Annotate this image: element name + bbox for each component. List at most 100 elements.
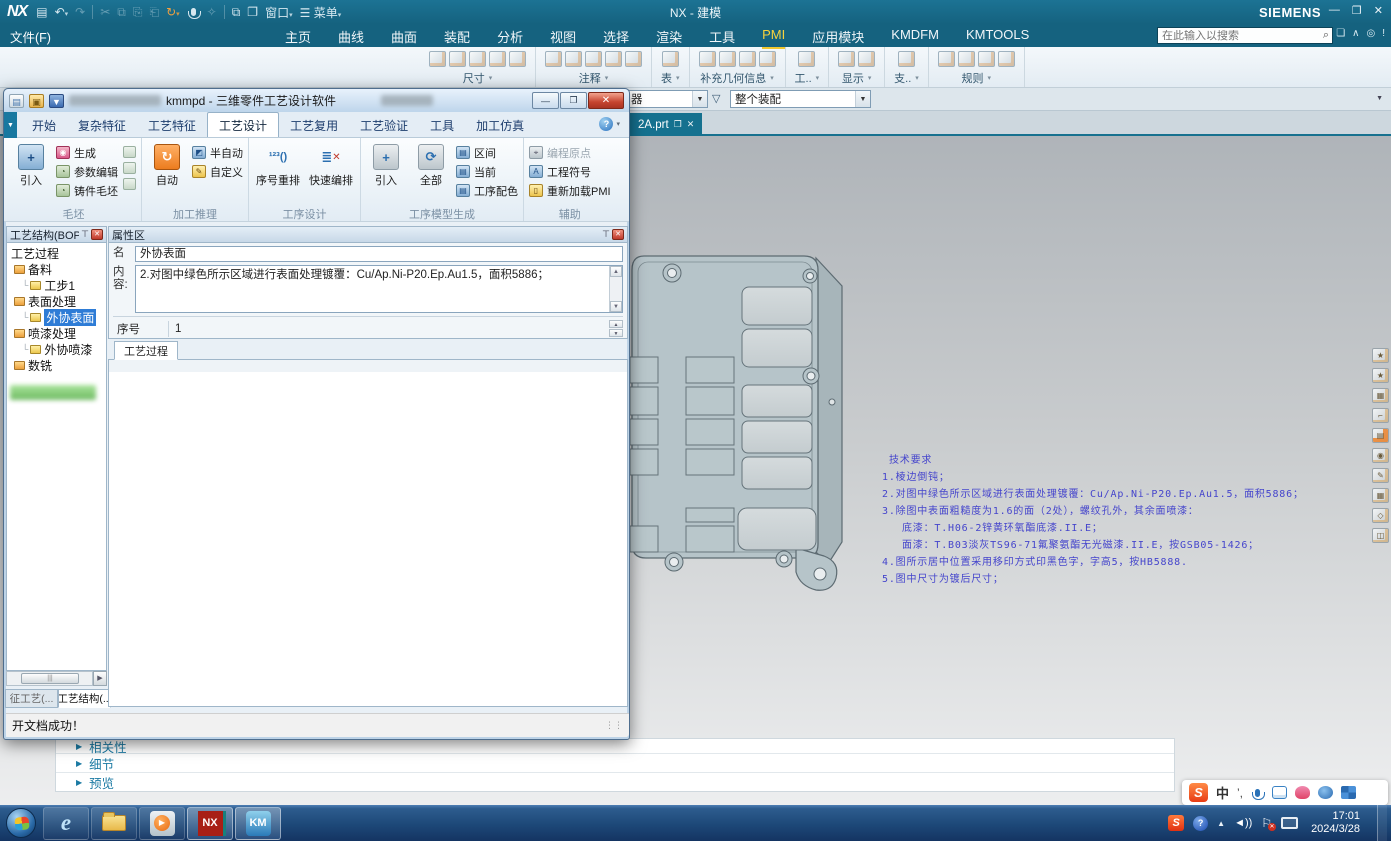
current-button[interactable]: ▤当前 <box>456 163 518 180</box>
ribbon-icon[interactable] <box>605 51 622 67</box>
ribbon-icon[interactable] <box>798 51 815 67</box>
toolbox-grid-icon[interactable] <box>1341 786 1356 799</box>
ribbon-dropdown-icon[interactable]: ▼ <box>4 112 17 138</box>
taskbar-media-player[interactable]: ▶ <box>139 807 185 840</box>
part-3d-view[interactable] <box>628 246 878 596</box>
volume-icon[interactable]: ◄)) <box>1234 817 1252 829</box>
tab-analysis[interactable]: 分析 <box>497 27 523 49</box>
spin-down-icon[interactable]: ▼ <box>609 329 623 337</box>
dialog-titlebar[interactable]: ▤ ▣ ▼ kmmpd - 三维零件工艺设计软件 — ❐ ✕ <box>4 89 629 112</box>
row-preview[interactable]: ▶预览 <box>56 772 1174 791</box>
pin-icon[interactable]: ⊤ <box>602 229 610 240</box>
scroll-thumb[interactable]: ||| <box>21 673 79 684</box>
reload-pmi-button[interactable]: ▯重新加载PMI <box>529 182 611 199</box>
ribbon-icon[interactable] <box>938 51 955 67</box>
tree-item[interactable]: 表面处理 <box>7 293 106 309</box>
row-dependency[interactable]: ▶相关性 <box>56 739 1174 753</box>
tree-item-selected[interactable]: └外协表面 <box>7 309 106 325</box>
search-icon[interactable]: ⌕ <box>1323 29 1332 42</box>
ribbon-icon[interactable] <box>958 51 975 67</box>
command-search[interactable]: ⌕ <box>1157 27 1333 44</box>
quick-arrange-button[interactable]: ≣✕快速编排 <box>307 140 355 206</box>
table-tool-icon[interactable]: ▦ <box>1372 488 1389 503</box>
tree-item[interactable]: 备料 <box>7 261 106 277</box>
help-icon[interactable]: ◎ <box>1366 28 1375 39</box>
window-icon[interactable]: ❐ <box>247 5 258 19</box>
taskbar-ie[interactable]: e <box>43 807 89 840</box>
tree-item[interactable]: └外协喷漆 <box>7 341 106 357</box>
custom-button[interactable]: ✎自定义 <box>192 163 243 180</box>
row-details[interactable]: ▶细节 <box>56 753 1174 772</box>
tree-item[interactable]: 喷漆处理 <box>7 325 106 341</box>
tab-application[interactable]: 应用模块 <box>812 27 864 49</box>
named-view-star-icon[interactable]: ★ <box>1372 348 1389 363</box>
cascade-windows-icon[interactable]: ⧉ <box>232 5 241 20</box>
skin-icon[interactable] <box>1295 786 1310 799</box>
dtab-process-verify[interactable]: 工艺验证 <box>349 114 419 137</box>
dialog-maximize-button[interactable]: ❐ <box>560 92 587 109</box>
taskbar-explorer[interactable] <box>91 807 137 840</box>
ribbon-icon[interactable] <box>565 51 582 67</box>
param-edit-button[interactable]: ◔参数编辑 <box>56 163 118 180</box>
content-input[interactable]: 2.对图中绿色所示区域进行表面处理镀覆：Cu/Ap.Ni-P20.Ep.Au1.… <box>135 265 623 313</box>
undo-icon[interactable]: ↶▾ <box>55 5 69 19</box>
copy-icon[interactable]: ⧉ <box>117 5 126 20</box>
new-doc-icon[interactable]: ▤ <box>9 94 24 108</box>
pin-icon[interactable]: ⊤ <box>81 229 89 240</box>
search-input[interactable] <box>1158 30 1323 42</box>
menu-button[interactable]: ☰ 菜单▾ <box>300 4 342 21</box>
scope-combo[interactable]: 整个装配 ▼ <box>730 90 871 108</box>
ribbon-icon[interactable] <box>489 51 506 67</box>
scroll-right-icon[interactable]: ▶ <box>93 671 107 686</box>
punctuation-icon[interactable]: ’, <box>1237 786 1243 800</box>
dtab-tools[interactable]: 工具 <box>419 114 465 137</box>
box-icon[interactable]: ◇ <box>1372 508 1389 523</box>
tab-pmi[interactable]: PMI <box>762 27 785 49</box>
ribbon-icon[interactable] <box>719 51 736 67</box>
import-blank-button[interactable]: +引入 <box>11 140 51 206</box>
import-op-button[interactable]: +引入 <box>366 140 406 206</box>
resize-grip-icon[interactable]: ⋮⋮ <box>605 720 623 731</box>
small-tool-icon[interactable] <box>123 162 136 174</box>
cut-icon[interactable]: ✂ <box>100 5 110 19</box>
dtab-machining-sim[interactable]: 加工仿真 <box>465 114 535 137</box>
tab-render[interactable]: 渲染 <box>656 27 682 49</box>
dropdown-arrow-icon[interactable]: ▼ <box>855 91 870 107</box>
dtab-process-feature[interactable]: 工艺特征 <box>137 114 207 137</box>
minimize-ribbon-icon[interactable]: ∧ <box>1352 28 1359 39</box>
dtab-process-design[interactable]: 工艺设计 <box>207 112 279 137</box>
mic-icon[interactable] <box>1251 786 1264 800</box>
expand-arrow-icon[interactable]: ▶ <box>76 778 82 787</box>
alert-icon[interactable]: ! <box>1382 28 1385 39</box>
file-menu[interactable]: 文件(F) <box>10 27 51 46</box>
ribbon-icon[interactable] <box>585 51 602 67</box>
tab-assembly[interactable]: 装配 <box>444 27 470 49</box>
program-origin-button[interactable]: ⌖编程原点 <box>529 144 611 161</box>
touch-mode-icon[interactable]: ✧ <box>207 5 217 19</box>
start-button[interactable] <box>0 805 42 841</box>
dialog-close-button[interactable]: ✕ <box>588 92 624 109</box>
tree-item[interactable]: 工艺过程 <box>7 245 106 261</box>
tab-select[interactable]: 选择 <box>603 27 629 49</box>
cylinder-tool-icon[interactable]: ◫ <box>1372 528 1389 543</box>
name-input[interactable]: 外协表面 <box>135 246 623 262</box>
ribbon-icon[interactable] <box>699 51 716 67</box>
paste-special-icon[interactable]: ⎗ <box>149 5 159 20</box>
tab-surface[interactable]: 曲面 <box>391 27 417 49</box>
sogou-logo-icon[interactable]: S <box>1189 783 1208 802</box>
dropdown-arrow-icon[interactable]: ▼ <box>692 91 707 107</box>
save-icon[interactable]: ▼ <box>49 94 64 108</box>
taskbar-km[interactable]: KM <box>235 807 281 840</box>
repeat-command-icon[interactable]: ↻▾ <box>166 5 180 19</box>
emoji-icon[interactable] <box>1318 786 1333 799</box>
named-view-star2-icon[interactable]: ★ <box>1372 368 1389 383</box>
minimize-button[interactable]: — <box>1329 4 1340 17</box>
seq-input[interactable]: 1 <box>169 323 609 335</box>
tab-view[interactable]: 视图 <box>550 27 576 49</box>
tab-kmtools[interactable]: KMTOOLS <box>966 27 1029 49</box>
part-tab[interactable]: 2A.prt ❐ ✕ <box>630 113 702 136</box>
small-tool-icon[interactable] <box>123 146 136 158</box>
ribbon-icon[interactable] <box>449 51 466 67</box>
panel-close-icon[interactable]: ✕ <box>91 229 103 240</box>
ribbon-icon[interactable] <box>858 51 875 67</box>
